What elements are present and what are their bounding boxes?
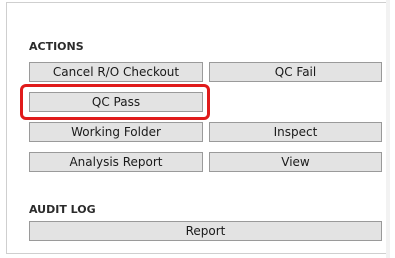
view-button[interactable]: View	[209, 152, 382, 172]
actions-section-title: ACTIONS	[29, 40, 84, 53]
audit-report-button[interactable]: Report	[29, 221, 382, 241]
audit-log-section-title: AUDIT LOG	[29, 203, 96, 216]
qc-fail-button[interactable]: QC Fail	[209, 62, 382, 82]
inspect-button[interactable]: Inspect	[209, 122, 382, 142]
cancel-checkout-button[interactable]: Cancel R/O Checkout	[29, 62, 203, 82]
analysis-report-button[interactable]: Analysis Report	[29, 152, 203, 172]
qc-pass-button[interactable]: QC Pass	[29, 92, 203, 112]
working-folder-button[interactable]: Working Folder	[29, 122, 203, 142]
window-edge	[386, 0, 390, 258]
